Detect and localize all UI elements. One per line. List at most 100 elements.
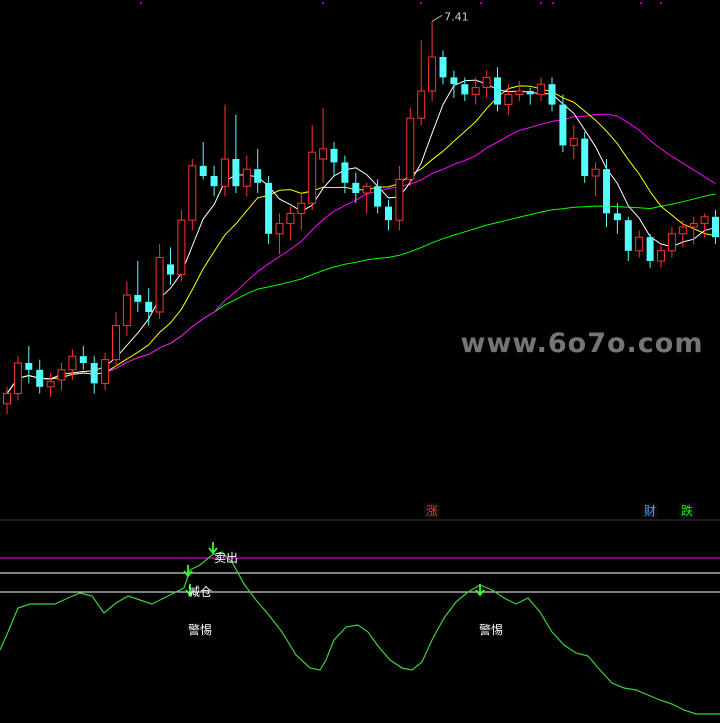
chart-canvas: www.6o7o.com 7.41 涨 财 跌 卖出减仓警惕 警惕	[0, 2, 720, 715]
candle-body	[374, 186, 382, 207]
candle-down	[526, 87, 534, 105]
signal-badge: 跌	[679, 503, 695, 518]
candle-body	[242, 168, 251, 187]
candle-body	[526, 91, 534, 95]
candle-body	[712, 216, 719, 238]
guide-dot	[552, 2, 554, 4]
candle-body	[689, 223, 698, 228]
signal-row: 涨财跌	[424, 503, 695, 518]
warn-label: 警惕	[479, 622, 503, 637]
candle-body	[25, 363, 33, 370]
candle-body	[167, 264, 174, 275]
candle-body	[406, 117, 415, 180]
candle-body	[297, 202, 306, 214]
candle-body	[221, 158, 229, 187]
candle-up	[537, 77, 546, 102]
candle-up	[188, 159, 197, 231]
candle-body	[112, 325, 120, 361]
candle-body	[188, 165, 197, 221]
candle-body	[352, 182, 360, 193]
candle-up	[657, 244, 665, 268]
candle-up	[319, 108, 328, 183]
candle-body	[36, 369, 44, 387]
candle-up	[275, 213, 284, 255]
candle-body	[548, 84, 556, 105]
candle-body	[678, 226, 687, 235]
candle-body	[177, 219, 186, 276]
candle-down	[613, 203, 621, 234]
candle-body	[90, 363, 98, 384]
candle-body	[199, 165, 207, 176]
guide-dot	[322, 2, 324, 4]
candle-up	[155, 244, 164, 319]
candle-down	[385, 199, 392, 231]
candle-up	[286, 206, 295, 241]
candle-body	[286, 212, 295, 225]
guide-dot	[540, 2, 542, 4]
reduce-arrow-icon	[183, 565, 193, 578]
candle-body	[657, 250, 665, 262]
ma60-line	[6, 193, 716, 394]
candle-up	[417, 40, 426, 125]
candle-body	[428, 56, 437, 92]
candle-body	[232, 159, 240, 187]
candle-down	[254, 148, 262, 193]
candle-body	[504, 93, 513, 106]
candle-up	[395, 165, 404, 231]
candle-up	[13, 356, 22, 401]
candle-body	[613, 213, 621, 221]
candle-body	[330, 148, 338, 163]
peak-pointer	[431, 14, 443, 22]
candle-up	[101, 352, 110, 391]
peak-label: 7.41	[444, 10, 469, 23]
candle-down	[559, 94, 567, 153]
candle-down	[90, 356, 98, 394]
candle-body	[667, 233, 676, 252]
candle-down	[199, 142, 207, 180]
candle-down	[712, 210, 719, 244]
candle-body	[395, 178, 404, 221]
candle-down	[134, 261, 142, 312]
candle-down	[624, 216, 632, 261]
candle-body	[559, 104, 567, 146]
candle-body	[68, 355, 77, 371]
candle-up	[57, 363, 66, 391]
candle-body	[308, 151, 317, 204]
candle-up	[221, 104, 229, 197]
candle-down	[603, 159, 610, 227]
candle-body	[134, 295, 142, 302]
candle-up	[635, 230, 644, 258]
candle-body	[155, 257, 164, 313]
candle-up	[242, 155, 251, 197]
candle-body	[13, 362, 22, 395]
candle-down	[494, 67, 501, 112]
candle-up	[667, 227, 676, 258]
candle-down	[25, 346, 33, 384]
candle-body	[362, 185, 371, 194]
candle-down	[36, 359, 44, 394]
candle-up	[482, 70, 491, 98]
candle-up	[428, 21, 437, 102]
candle-up	[591, 162, 600, 197]
guide-dot	[660, 2, 662, 4]
candle-body	[461, 84, 469, 95]
candle-body	[700, 216, 709, 225]
signal-label: 财	[644, 504, 656, 518]
candle-body	[646, 237, 654, 261]
candle-body	[57, 369, 66, 381]
candle-down	[581, 131, 589, 183]
candle-up	[362, 182, 371, 214]
candle-down	[439, 50, 447, 85]
peak-marker: 7.41	[431, 10, 469, 23]
candle-body	[101, 359, 110, 384]
candle-body	[3, 393, 11, 405]
candle-body	[581, 138, 589, 176]
candle-down	[450, 70, 458, 98]
candle-body	[603, 169, 610, 214]
candle-body	[450, 77, 458, 85]
signal-badge: 财	[642, 503, 658, 518]
candle-body	[385, 206, 392, 221]
signal-label: 跌	[681, 503, 693, 518]
sell-label: 卖出	[214, 551, 238, 565]
guide-dot	[480, 2, 482, 4]
